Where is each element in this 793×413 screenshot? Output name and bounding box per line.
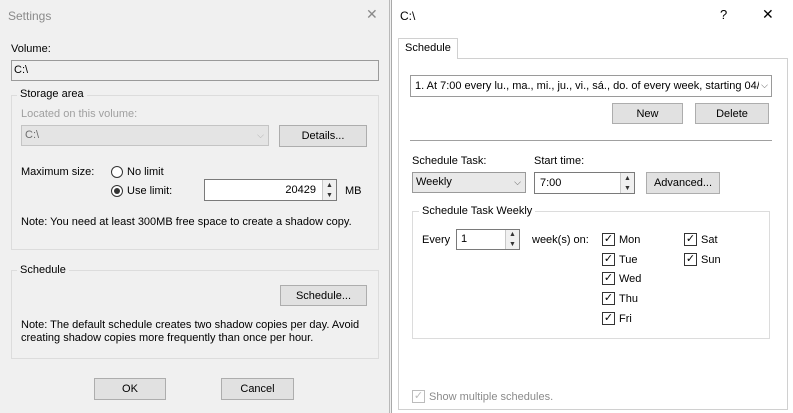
schedule-list-value: 1. At 7:00 every lu., ma., mi., ju., vi.… <box>415 80 760 92</box>
separator <box>410 140 772 141</box>
tab-schedule-label: Schedule <box>405 42 451 54</box>
chevron-down-icon: ⌵ <box>514 177 521 187</box>
limit-value: 20429 <box>285 184 316 196</box>
sat-label: Sat <box>701 234 718 246</box>
chevron-down-icon: ⌵ <box>257 130 264 140</box>
every-value: 1 <box>461 233 468 245</box>
no-limit-label: No limit <box>127 166 164 178</box>
note-space: Note: You need at least 300MB free space… <box>21 216 352 228</box>
schedule-dialog-title: C:\ <box>400 9 416 23</box>
task-label: Schedule Task: <box>412 155 487 167</box>
thu-label: Thu <box>619 293 638 305</box>
mon-checkbox[interactable]: ✓ <box>602 233 615 246</box>
start-time-stepper[interactable]: 7:00 ▲ ▼ <box>534 172 635 194</box>
note-schedule-line1: Note: The default schedule creates two s… <box>21 319 360 331</box>
settings-title: Settings <box>8 9 52 23</box>
new-button[interactable]: New <box>612 103 683 124</box>
up-arrow-icon[interactable]: ▲ <box>621 173 634 183</box>
note-schedule-line2: creating shadow copies more frequently t… <box>21 332 314 344</box>
help-icon[interactable]: ? <box>720 7 727 22</box>
settings-dialog: Settings ✕ Volume: C:\ Storage area Loca… <box>0 0 390 413</box>
sat-checkbox[interactable]: ✓ <box>684 233 697 246</box>
task-dropdown[interactable]: Weekly ⌵ <box>412 172 526 193</box>
located-dropdown: C:\ ⌵ <box>21 125 269 146</box>
task-value: Weekly <box>416 176 452 188</box>
chevron-down-icon: ⌵ <box>759 80 768 91</box>
show-multiple-checkbox[interactable]: ✓ <box>412 390 425 403</box>
down-arrow-icon[interactable]: ▼ <box>506 240 519 250</box>
sun-checkbox[interactable]: ✓ <box>684 253 697 266</box>
close-icon[interactable]: ✕ <box>366 6 378 23</box>
use-limit-label: Use limit: <box>127 185 173 197</box>
limit-spin[interactable]: ▲ ▼ <box>322 180 336 200</box>
up-arrow-icon[interactable]: ▲ <box>323 180 336 190</box>
weekly-group-label: Schedule Task Weekly <box>419 205 536 217</box>
show-multiple-label: Show multiple schedules. <box>429 391 554 403</box>
volume-value: C:\ <box>14 64 29 76</box>
tue-label: Tue <box>619 254 638 266</box>
ok-button[interactable]: OK <box>94 378 166 400</box>
start-time-spin[interactable]: ▲ ▼ <box>620 173 634 193</box>
wed-label: Wed <box>619 273 642 285</box>
start-time-label: Start time: <box>534 155 585 167</box>
weeks-on-label: week(s) on: <box>532 234 589 246</box>
fri-label: Fri <box>619 313 632 325</box>
schedule-group <box>11 270 379 359</box>
schedule-button[interactable]: Schedule... <box>280 285 367 306</box>
located-label: Located on this volume: <box>21 108 138 120</box>
located-value: C:\ <box>25 129 40 141</box>
close-icon[interactable]: ✕ <box>762 6 774 23</box>
storage-area-label: Storage area <box>17 88 87 100</box>
limit-unit: MB <box>345 185 362 197</box>
thu-checkbox[interactable]: ✓ <box>602 292 615 305</box>
use-limit-radio[interactable] <box>111 185 123 197</box>
limit-stepper[interactable]: 20429 ▲ ▼ <box>204 179 337 201</box>
every-spin[interactable]: ▲ ▼ <box>505 230 519 249</box>
sun-label: Sun <box>701 254 721 266</box>
max-size-label: Maximum size: <box>21 166 95 178</box>
volume-field: C:\ <box>11 60 379 81</box>
advanced-button[interactable]: Advanced... <box>646 172 720 194</box>
volume-label: Volume: <box>11 43 51 55</box>
schedule-dialog: C:\ ? ✕ Schedule 1. At 7:00 every lu., m… <box>391 0 793 413</box>
down-arrow-icon[interactable]: ▼ <box>323 190 336 200</box>
schedule-group-label: Schedule <box>17 264 69 276</box>
mon-label: Mon <box>619 234 641 246</box>
fri-checkbox[interactable]: ✓ <box>602 312 615 325</box>
every-stepper[interactable]: 1 ▲ ▼ <box>456 229 520 250</box>
delete-button[interactable]: Delete <box>695 103 769 124</box>
no-limit-radio[interactable] <box>111 166 123 178</box>
every-label: Every <box>422 234 451 246</box>
tab-schedule[interactable]: Schedule <box>398 38 458 59</box>
cancel-button[interactable]: Cancel <box>221 378 294 400</box>
schedule-list-dropdown[interactable]: 1. At 7:00 every lu., ma., mi., ju., vi.… <box>410 75 772 97</box>
start-time-value: 7:00 <box>540 177 562 189</box>
down-arrow-icon[interactable]: ▼ <box>621 183 634 193</box>
wed-checkbox[interactable]: ✓ <box>602 272 615 285</box>
tue-checkbox[interactable]: ✓ <box>602 253 615 266</box>
up-arrow-icon[interactable]: ▲ <box>506 230 519 240</box>
details-button[interactable]: Details... <box>279 125 367 147</box>
